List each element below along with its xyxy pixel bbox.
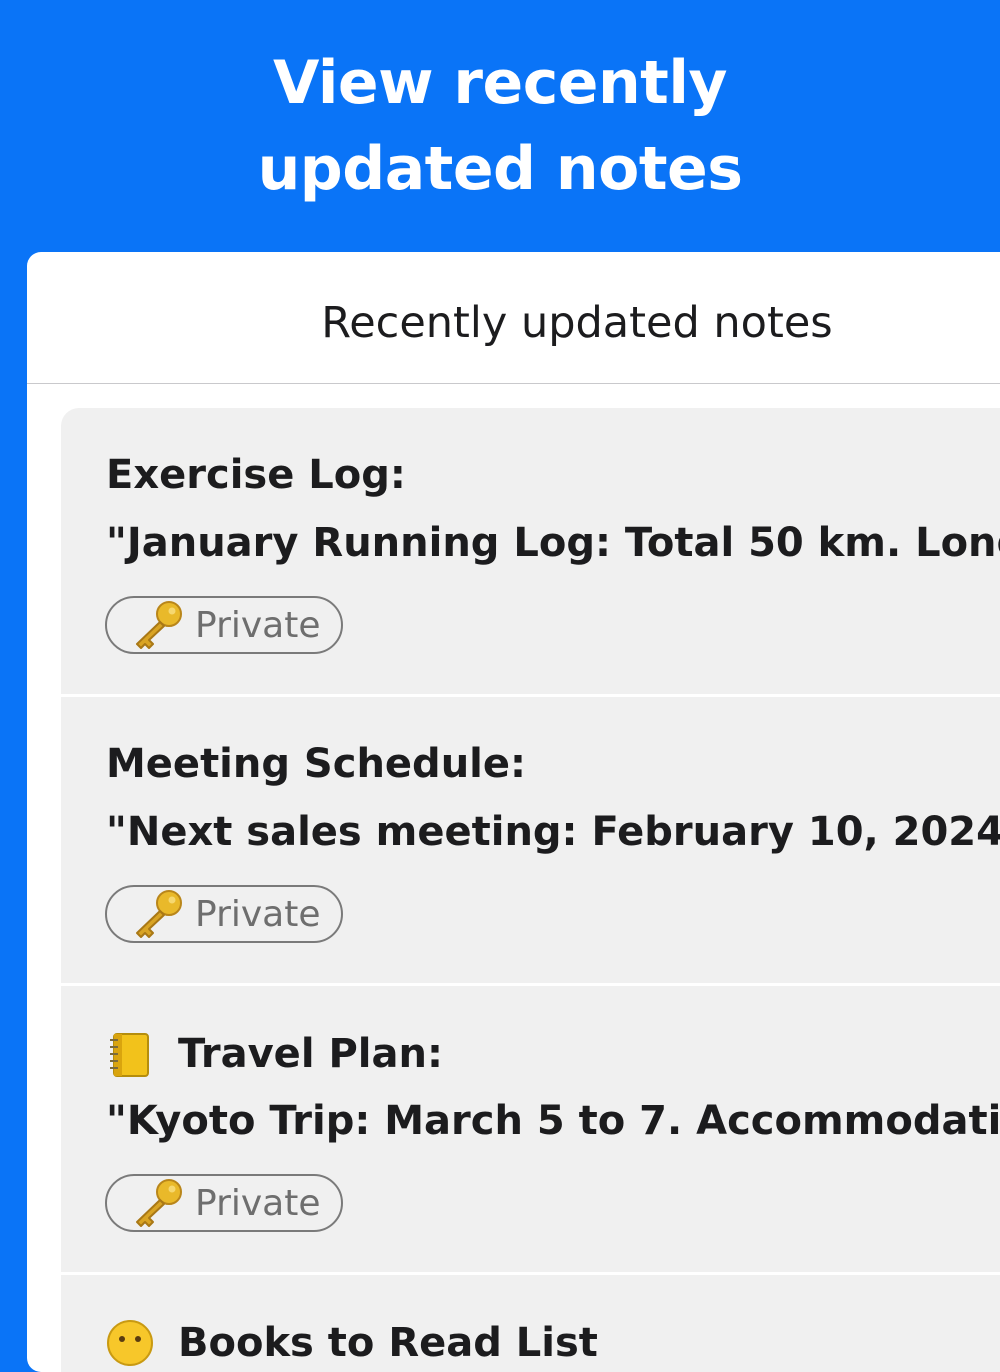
badge-label: Private (195, 604, 321, 646)
private-badge: Private (105, 596, 343, 654)
note-title-text: Travel Plan: (178, 1031, 443, 1077)
private-badge: Private (105, 1174, 343, 1232)
note-item[interactable]: Books to Read List (61, 1275, 1000, 1372)
note-item[interactable]: Exercise Log: "January Running Log: Tota… (61, 408, 1000, 697)
key-icon (136, 601, 182, 649)
note-title-text: Books to Read List (178, 1320, 598, 1366)
panel-header: Recently updated notes (27, 252, 1000, 384)
hero-banner: View recently updated notes (0, 0, 1000, 252)
note-item[interactable]: Travel Plan: "Kyoto Trip: March 5 to 7. … (61, 986, 1000, 1275)
panel-title: Recently updated notes (321, 298, 833, 348)
badge-label: Private (195, 893, 321, 935)
badge-label: Private (195, 1182, 321, 1224)
hero-title-line-1: View recently (272, 48, 728, 118)
note-snippet: "Next sales meeting: February 10, 2024,.… (106, 809, 1000, 855)
note-snippet: "Kyoto Trip: March 5 to 7. Accommodatio (106, 1098, 1000, 1144)
private-badge: Private (105, 885, 343, 943)
note-item[interactable]: Meeting Schedule: "Next sales meeting: F… (61, 697, 1000, 986)
note-title: Meeting Schedule: (106, 741, 526, 787)
note-title-text: Exercise Log: (106, 452, 406, 498)
notes-list[interactable]: Exercise Log: "January Running Log: Tota… (61, 408, 1000, 1372)
recent-notes-panel: Recently updated notes Exercise Log: "Ja… (27, 252, 1000, 1372)
note-title: Exercise Log: (106, 452, 406, 498)
emoji-face-icon (107, 1320, 153, 1366)
note-title: Travel Plan: (106, 1030, 443, 1078)
key-icon (136, 1179, 182, 1227)
hero-title-line-2: updated notes (257, 134, 743, 204)
notebook-icon (110, 1033, 149, 1077)
note-title-text: Meeting Schedule: (106, 741, 526, 787)
note-title: Books to Read List (106, 1319, 598, 1367)
note-snippet: "January Running Log: Total 50 km. Long (106, 520, 1000, 566)
key-icon (136, 890, 182, 938)
